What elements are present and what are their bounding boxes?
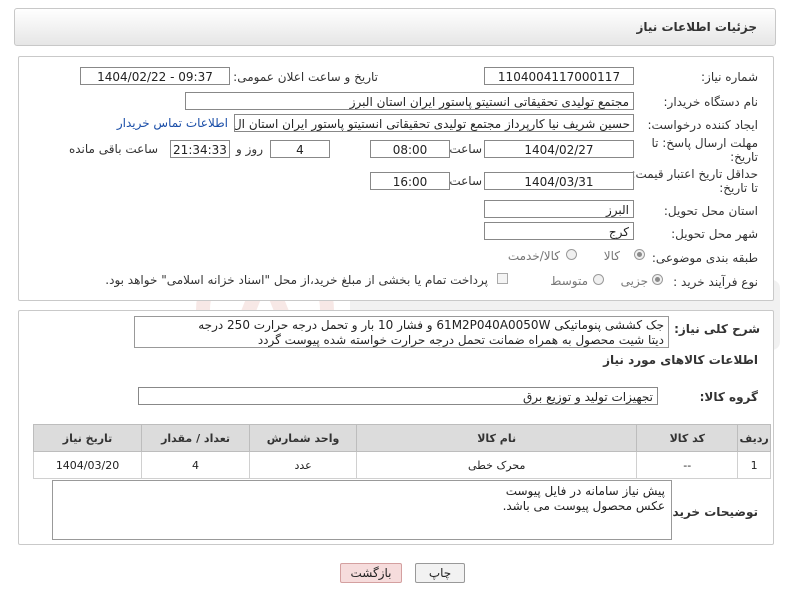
category-option-goods: کالا — [603, 249, 620, 263]
goods-group-label: گروه کالا: — [699, 390, 758, 404]
city-label: شهر محل تحویل: — [671, 227, 758, 241]
table-row: 1 -- محرک خطی عدد 4 1404/03/20 — [32, 451, 771, 479]
price-validity-time-field: 16:00 — [370, 172, 450, 190]
description-label: شرح کلی نیاز: — [674, 322, 760, 336]
back-button[interactable]: بازگشت — [340, 563, 402, 583]
process-label: نوع فرآیند خرید : — [673, 275, 758, 289]
category-radio-goods-service[interactable] — [566, 249, 577, 260]
requester-label: ایجاد کننده درخواست: — [647, 118, 758, 132]
cell-unit: عدد — [249, 451, 358, 479]
goods-table-header: ردیف کد کالا نام کالا واحد شمارش تعداد /… — [32, 424, 771, 452]
requester-field: حسین شریف نیا کارپرداز مجتمع تولیدی تحقی… — [234, 114, 634, 132]
days-field: 4 — [270, 140, 330, 158]
deadline-date-field: 1404/02/27 — [484, 140, 634, 158]
announce-label: تاریخ و ساعت اعلان عمومی: — [233, 70, 378, 84]
col-need-date: تاریخ نیاز — [32, 424, 143, 452]
province-field: البرز — [484, 200, 634, 218]
cell-name: محرک خطی — [356, 451, 638, 479]
category-label: طبقه بندی موضوعی: — [651, 251, 758, 265]
category-radio-goods[interactable] — [634, 249, 645, 260]
col-row: ردیف — [737, 424, 771, 452]
treasury-payment-note: پرداخت تمام یا بخشی از مبلغ خرید،از محل … — [105, 273, 488, 287]
process-option-minor: جزیی — [620, 274, 648, 288]
goods-section-title: اطلاعات کالاهای مورد نیاز — [603, 353, 758, 367]
need-number-field: 1104004117000117 — [484, 67, 634, 85]
deadline-time-label: ساعت — [449, 142, 482, 156]
process-option-medium: متوسط — [550, 274, 588, 288]
col-code: کد کالا — [636, 424, 739, 452]
price-validity-time-label: ساعت — [449, 174, 482, 188]
buyer-org-label: نام دستگاه خریدار: — [663, 95, 759, 109]
buyer-notes-line-2: عکس محصول پیوست می باشد. — [502, 499, 665, 513]
announce-field: 1404/02/22 - 09:37 — [80, 67, 230, 85]
deadline-label: مهلت ارسال پاسخ: تا — [651, 136, 758, 150]
goods-group-field: تجهیزات تولید و توزیع برق — [138, 387, 658, 405]
deadline-time-field: 08:00 — [370, 140, 450, 158]
days-label: روز و — [236, 142, 263, 156]
category-option-goods-service: کالا/خدمت — [507, 249, 560, 263]
city-field: کرج — [484, 222, 634, 240]
cell-quantity: 4 — [141, 451, 251, 479]
deadline-date-label: تاریخ: — [730, 150, 758, 164]
remaining-label: ساعت باقی مانده — [68, 142, 158, 156]
col-quantity: تعداد / مقدار — [141, 424, 251, 452]
treasury-payment-checkbox[interactable] — [497, 273, 508, 284]
price-validity-date-label: تا تاریخ: — [719, 181, 758, 195]
description-line-1: جک کششی پنوماتیکی 61M2P040A0050W و فشار … — [198, 318, 664, 332]
cell-code: -- — [636, 451, 739, 479]
price-validity-label: حداقل تاریخ اعتبار قیمت: — [631, 167, 758, 181]
province-label: استان محل تحویل: — [663, 204, 758, 218]
remaining-time-field: 21:34:33 — [170, 140, 230, 158]
description-line-2: دیتا شیت محصول به همراه ضمانت تحمل درجه … — [257, 333, 664, 347]
price-validity-date-field: 1404/03/31 — [484, 172, 634, 190]
process-radio-minor[interactable] — [652, 274, 663, 285]
col-unit: واحد شمارش — [249, 424, 358, 452]
buyer-org-field: مجتمع تولیدی تحقیقاتی انستیتو پاستور ایر… — [185, 92, 634, 110]
buyer-notes-line-1: پیش نیاز سامانه در فایل پیوست — [505, 484, 665, 498]
need-number-label: شماره نیاز: — [701, 70, 758, 84]
cell-row: 1 — [737, 451, 771, 479]
goods-table: ردیف کد کالا نام کالا واحد شمارش تعداد /… — [32, 424, 771, 479]
cell-need-date: 1404/03/20 — [32, 451, 143, 479]
buyer-notes-textarea: پیش نیاز سامانه در فایل پیوست عکس محصول … — [52, 480, 672, 540]
buyer-contact-link[interactable]: اطلاعات تماس خریدار — [117, 116, 228, 130]
page-header: جزئیات اطلاعات نیاز — [14, 8, 776, 46]
description-textarea: جک کششی پنوماتیکی 61M2P040A0050W و فشار … — [134, 316, 669, 348]
page-title: جزئیات اطلاعات نیاز — [636, 20, 757, 34]
print-button[interactable]: چاپ — [415, 563, 465, 583]
process-radio-medium[interactable] — [593, 274, 604, 285]
col-name: نام کالا — [356, 424, 638, 452]
